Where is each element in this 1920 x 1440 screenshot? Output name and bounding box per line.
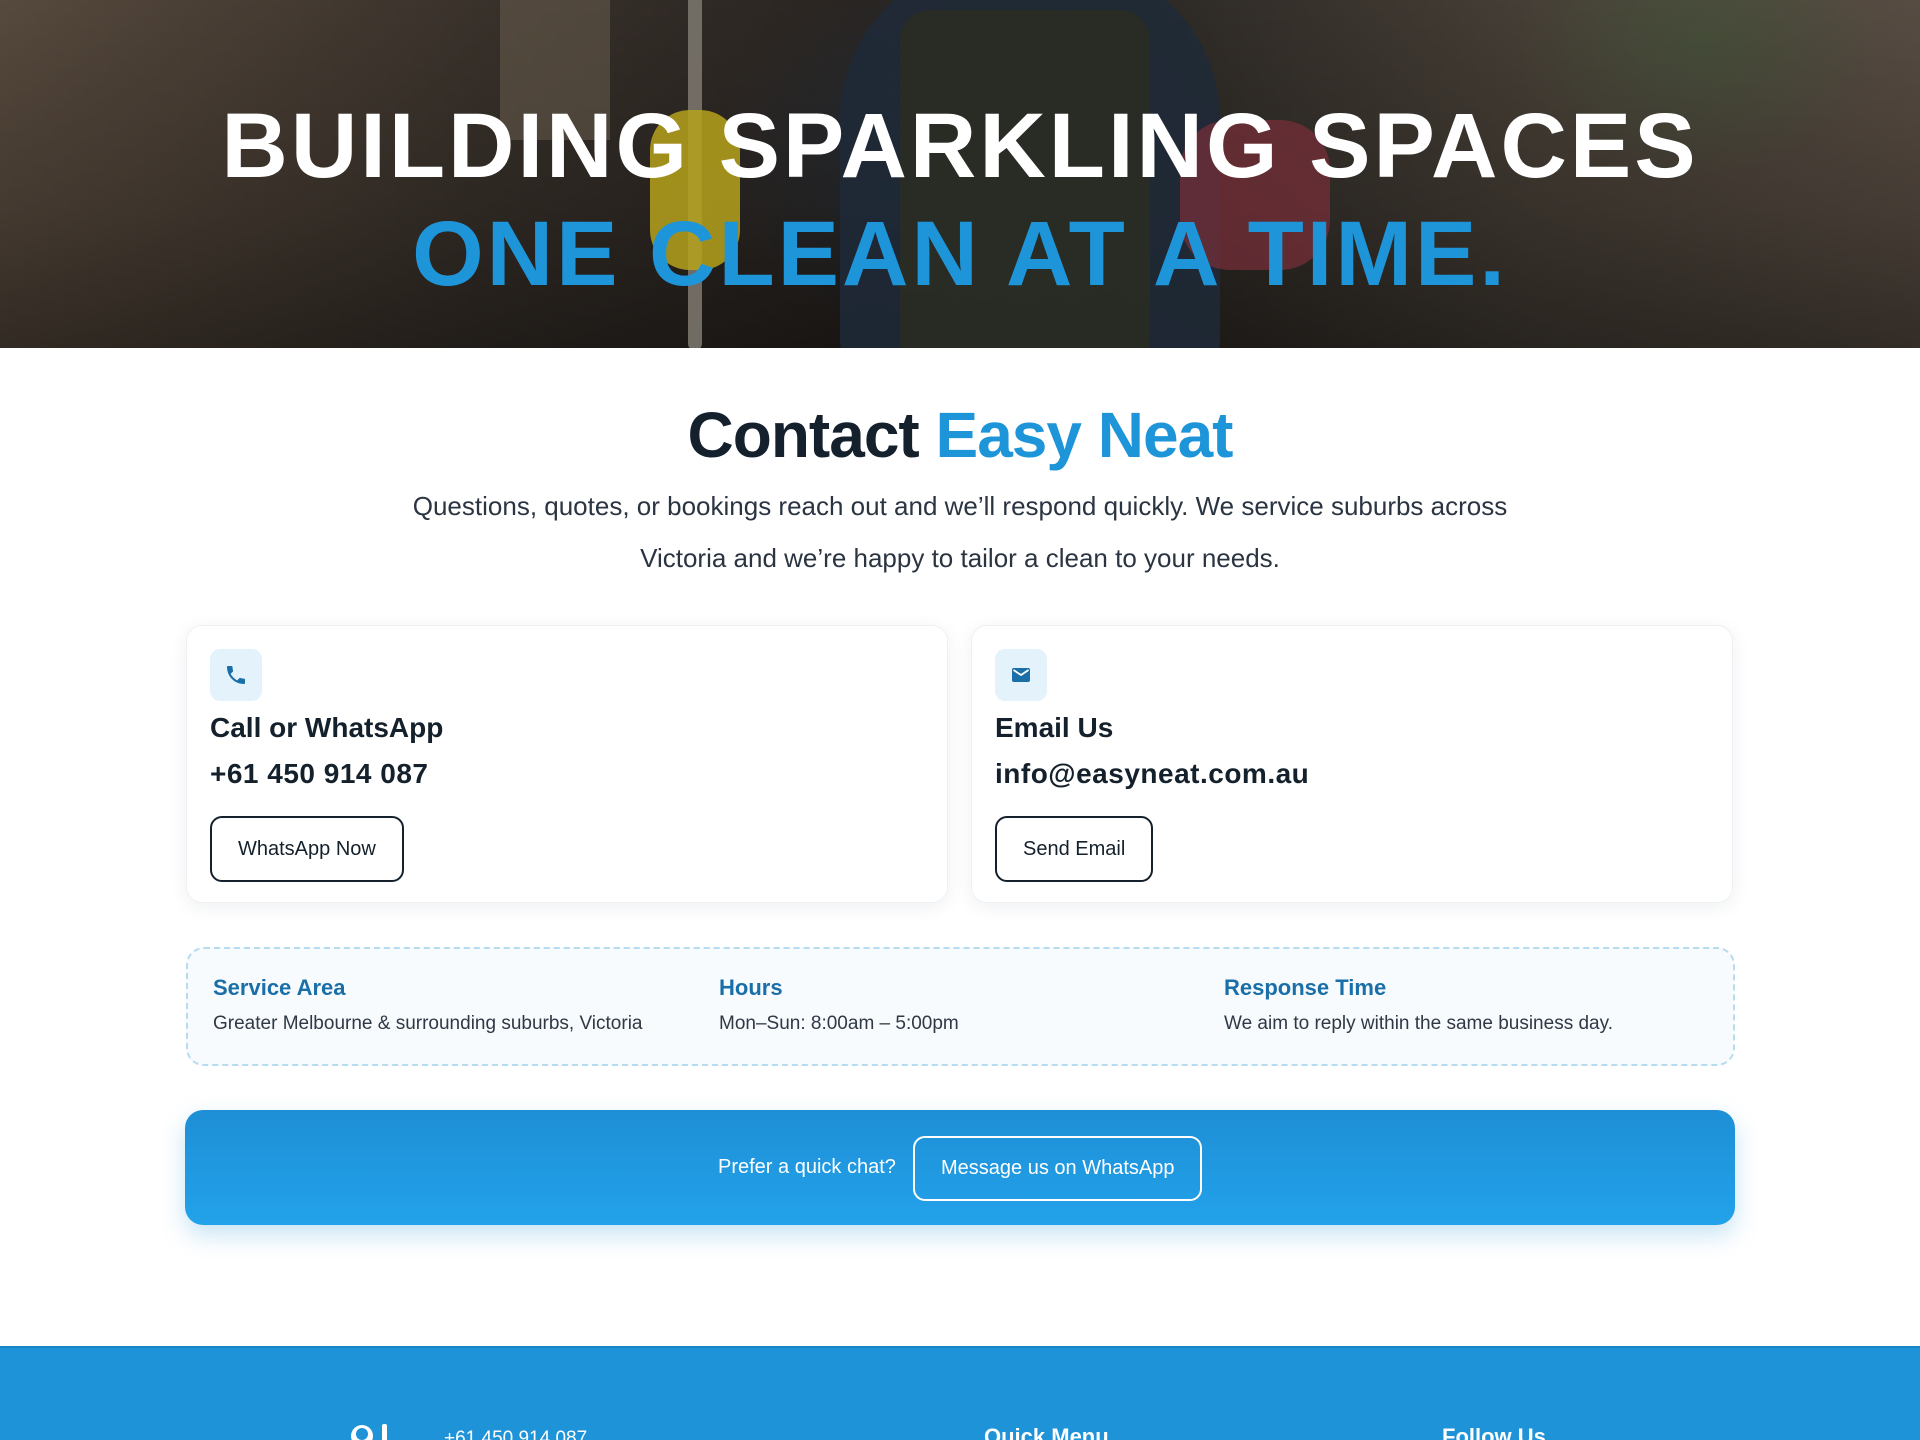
email-address[interactable]: info@easyneat.com.au: [995, 758, 1309, 790]
hero-banner: BUILDING SPARKLING SPACES ONE CLEAN AT A…: [0, 0, 1920, 348]
footer-phone[interactable]: +61 450 914 087: [444, 1428, 587, 1440]
service-area-block: Service Area Greater Melbourne & surroun…: [213, 975, 643, 1035]
info-strip: Service Area Greater Melbourne & surroun…: [186, 947, 1735, 1066]
easy-neat-logo-icon[interactable]: [346, 1420, 416, 1440]
response-time-label: Response Time: [1224, 975, 1387, 1000]
whatsapp-now-button[interactable]: WhatsApp Now: [210, 816, 404, 882]
email-card: Email Us info@easyneat.com.au Send Email: [971, 625, 1733, 903]
hero-headline-line1: BUILDING SPARKLING SPACES: [221, 95, 1699, 197]
message-whatsapp-button[interactable]: Message us on WhatsApp: [913, 1136, 1203, 1201]
response-time-text: We aim to reply within the same business…: [1224, 1013, 1613, 1034]
service-area-text: Greater Melbourne & surrounding suburbs,…: [213, 1013, 643, 1034]
footer: +61 450 914 087 Quick Menu Follow Us: [0, 1346, 1920, 1440]
contact-title-accent: Easy Neat: [935, 399, 1234, 471]
response-time-block: Response Time We aim to reply within the…: [1224, 975, 1613, 1035]
hours-text: Mon–Sun: 8:00am – 5:00pm: [719, 1013, 959, 1034]
hours-label: Hours: [719, 975, 783, 1000]
footer-quick-menu-heading: Quick Menu: [984, 1424, 1109, 1440]
phone-icon: [210, 649, 262, 701]
phone-number[interactable]: +61 450 914 087: [210, 758, 428, 790]
service-area-label: Service Area: [213, 975, 346, 1000]
contact-description: Questions, quotes, or bookings reach out…: [412, 491, 1508, 573]
contact-title: Contact Easy Neat: [0, 398, 1920, 472]
cta-prompt: Prefer a quick chat?: [718, 1156, 896, 1178]
phone-card-title: Call or WhatsApp: [210, 712, 444, 743]
footer-follow-heading: Follow Us: [1442, 1424, 1546, 1440]
mail-icon: [995, 649, 1047, 701]
send-email-button[interactable]: Send Email: [995, 816, 1154, 882]
contact-title-main: Contact: [687, 399, 920, 471]
hours-block: Hours Mon–Sun: 8:00am – 5:00pm: [719, 975, 959, 1035]
hero-headline-line2: ONE CLEAN AT A TIME.: [412, 203, 1508, 305]
whatsapp-cta-bar: Prefer a quick chat? Message us on Whats…: [185, 1110, 1735, 1225]
email-card-title: Email Us: [995, 712, 1114, 743]
phone-card: Call or WhatsApp +61 450 914 087 WhatsAp…: [186, 625, 948, 903]
